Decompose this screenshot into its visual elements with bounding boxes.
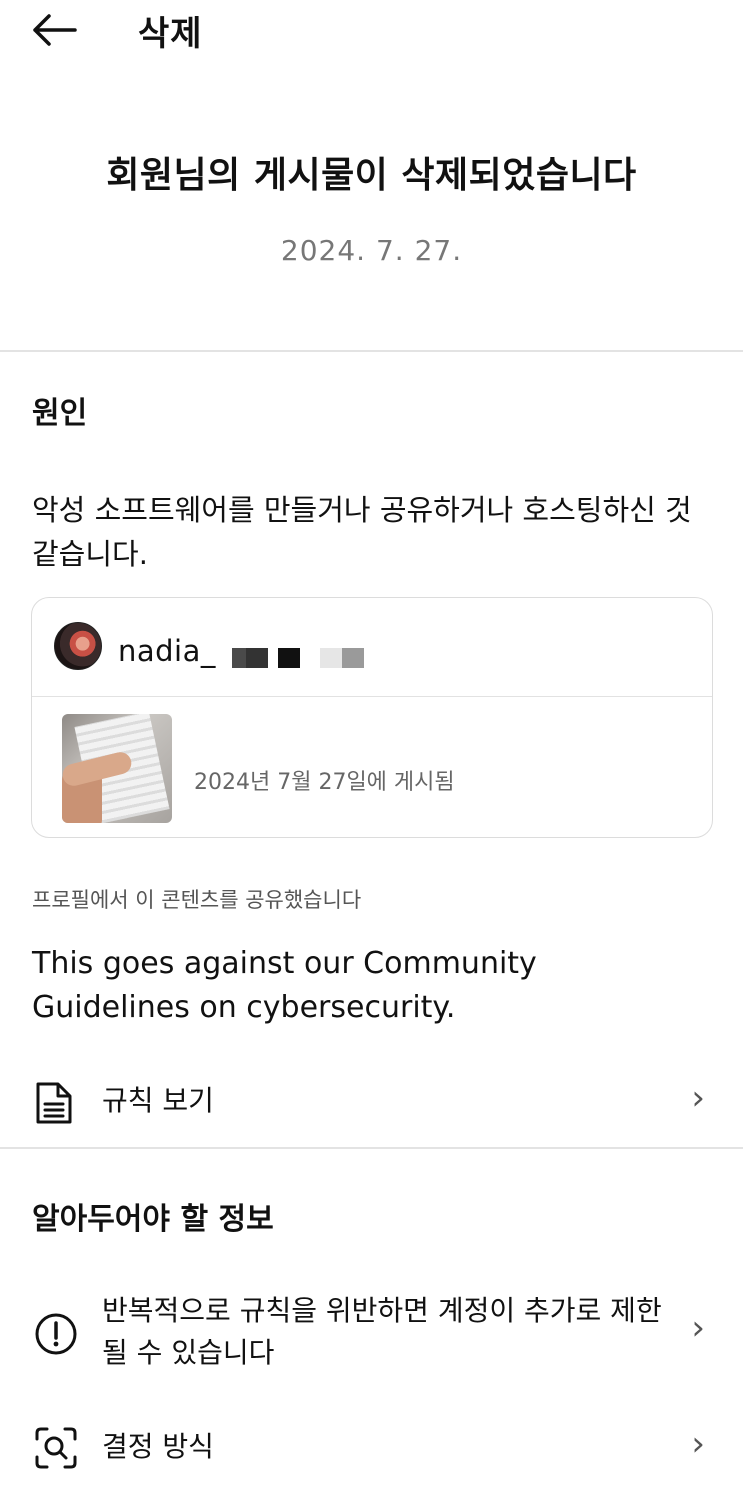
posted-date-label: 2024년 7월 27일에 게시됨 [194,770,455,795]
redaction-block [320,648,342,668]
arrow-left-icon [33,14,77,46]
redaction-block [246,648,268,668]
reason-text: 악성 소프트웨어를 만들거나 공유하거나 호스팅하신 것 같습니다. [32,493,692,571]
chevron-right-icon: › [691,1424,705,1464]
redaction-block [278,648,300,668]
view-rules-row[interactable]: 규칙 보기 › [0,1078,743,1130]
post-card[interactable]: nadia_ 2024년 7월 27일에 게시됨 [31,597,713,838]
scan-search-icon [35,1427,77,1469]
chevron-right-icon: › [691,1308,705,1348]
top-bar: 삭제 [0,0,743,60]
post-card-body: 2024년 7월 27일에 게시됨 [32,698,712,837]
divider [0,350,743,352]
post-thumbnail [62,714,172,823]
reason-title: 원인 [32,396,88,431]
username: nadia_ [118,634,216,668]
shared-note: 프로필에서 이 콘텐츠를 공유했습니다 [32,888,362,912]
back-button[interactable] [30,10,78,50]
guideline-text: This goes against our Community Guidelin… [32,946,537,1025]
repeat-violation-warning-row[interactable]: 반복적으로 규칙을 위반하면 계정이 추가로 제한될 수 있습니다 › [0,1290,743,1382]
divider [0,1147,743,1149]
post-card-header: nadia_ [32,598,712,697]
view-rules-label: 규칙 보기 [102,1084,214,1117]
info-title: 알아두어야 할 정보 [32,1202,274,1237]
decision-method-label: 결정 방식 [102,1430,214,1463]
chevron-right-icon: › [691,1078,705,1118]
document-icon [36,1082,72,1124]
removal-headline: 회원님의 게시물이 삭제되었습니다 [106,155,637,196]
removal-date: 2024. 7. 27. [280,234,463,267]
exclamation-circle-icon [35,1313,77,1355]
repeat-violation-warning-label: 반복적으로 규칙을 위반하면 계정이 추가로 제한될 수 있습니다 [102,1294,662,1369]
redaction-block [342,648,364,668]
avatar [54,622,102,670]
page-title: 삭제 [138,14,203,54]
decision-method-row[interactable]: 결정 방식 › [0,1424,743,1474]
